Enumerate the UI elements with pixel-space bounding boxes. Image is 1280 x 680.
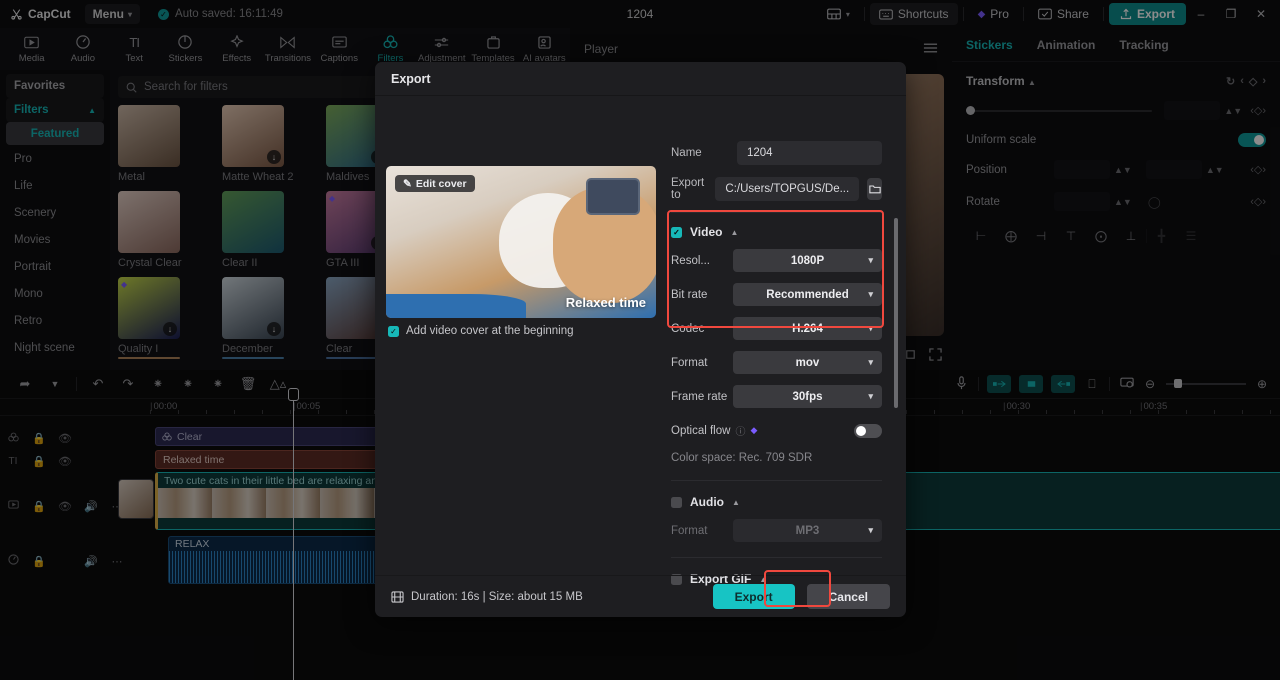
chevron-up-icon: ▲	[730, 227, 739, 237]
export-path-value: C:/Users/TOPGUS/De...	[725, 183, 850, 195]
add-cover-checkbox-row[interactable]: ✓ Add video cover at the beginning	[388, 325, 574, 337]
duration-text: Duration: 16s | Size: about 15 MB	[411, 590, 583, 603]
optical-flow-row: Optical flow ⓘ ◆	[671, 423, 882, 438]
divider	[671, 212, 882, 213]
dialog-title: Export	[375, 62, 906, 96]
chevron-up-icon: ▲	[732, 497, 740, 507]
chevron-down-icon: ▾	[868, 323, 873, 333]
export-path-input[interactable]: C:/Users/TOPGUS/De...	[715, 177, 860, 201]
export-to-label: Export to	[671, 177, 705, 201]
audio-format-value: MP3	[795, 524, 820, 537]
optical-flow-label: Optical flow	[671, 424, 731, 437]
add-cover-label: Add video cover at the beginning	[406, 325, 574, 337]
audio-format-select[interactable]: MP3 ▾	[733, 519, 882, 542]
video-field-label: Codec	[671, 322, 705, 335]
video-field-row: Codec H.264 ▾	[671, 316, 882, 341]
color-space-text: Color space: Rec. 709 SDR	[671, 452, 813, 464]
capcut-window: CapCut Menu ▾ ✓ Auto saved: 16:11:49 120…	[0, 0, 1280, 680]
folder-icon	[868, 185, 881, 194]
video-field-select-codec[interactable]: H.264 ▾	[733, 317, 882, 340]
dialog-body: ✎ Edit cover Relaxed time ✓ Add video co…	[375, 96, 906, 586]
video-field-select-framerate[interactable]: 30fps ▾	[733, 385, 882, 408]
video-field-value: H.264	[792, 322, 823, 335]
video-field-select-bitrate[interactable]: Recommended ▾	[733, 283, 882, 306]
gem-icon: ◆	[750, 425, 758, 435]
pencil-icon: ✎	[403, 177, 412, 190]
chevron-down-icon: ▾	[868, 391, 873, 401]
duration-info: Duration: 16s | Size: about 15 MB	[391, 591, 583, 603]
chevron-down-icon: ▾	[868, 289, 873, 299]
checkbox-unchecked-icon[interactable]	[671, 496, 682, 508]
video-field-label: Frame rate	[671, 390, 728, 403]
chevron-down-icon: ▾	[868, 525, 873, 535]
video-field-label: Format	[671, 356, 708, 369]
video-field-label: Resol...	[671, 254, 710, 267]
video-section-header[interactable]: ✓ Video ▲	[671, 225, 882, 239]
video-field-row: Format mov ▾	[671, 350, 882, 375]
checkbox-checked-icon[interactable]: ✓	[388, 325, 399, 337]
dialog-export-button[interactable]: Export	[712, 584, 795, 609]
video-field-select-resol[interactable]: 1080P ▾	[733, 249, 882, 272]
edit-cover-button[interactable]: ✎ Edit cover	[395, 175, 475, 192]
video-section-label: Video	[690, 225, 723, 239]
optical-flow-toggle[interactable]	[854, 423, 882, 438]
video-field-value: mov	[795, 356, 820, 369]
chevron-down-icon: ▾	[868, 255, 873, 265]
help-icon[interactable]: ⓘ	[735, 423, 745, 438]
dialog-footer: Duration: 16s | Size: about 15 MB Export…	[375, 575, 906, 617]
cat-bed	[386, 293, 527, 318]
chevron-down-icon: ▾	[868, 357, 873, 367]
video-field-row: Frame rate 30fps ▾	[671, 384, 882, 409]
video-field-row: Bit rate Recommended ▾	[671, 282, 882, 307]
toggle-knob	[856, 425, 866, 436]
name-label: Name	[671, 147, 702, 159]
audio-section-header[interactable]: Audio ▲	[671, 495, 882, 509]
audio-format-row: Format MP3 ▾	[671, 518, 882, 543]
video-field-value: 30fps	[792, 390, 823, 403]
wall-switch	[585, 178, 640, 215]
export-to-row: Export to C:/Users/TOPGUS/De...	[671, 176, 882, 202]
video-field-select-format[interactable]: mov ▾	[733, 351, 882, 374]
dialog-actions: Export Cancel	[712, 584, 890, 609]
edit-cover-label: Edit cover	[415, 177, 467, 190]
film-icon	[391, 590, 404, 603]
export-settings-column: Name 1204 Export to C:/Users/TOPGUS/De..…	[671, 96, 906, 586]
audio-format-label: Format	[671, 524, 708, 537]
cover-caption: Relaxed time	[565, 295, 646, 310]
name-input[interactable]: 1204	[737, 141, 882, 165]
dialog-scrollbar[interactable]	[894, 218, 898, 408]
video-settings-fields: Resol... 1080P ▾ Bit rate Recommended ▾ Codec H…	[671, 248, 882, 409]
dialog-cancel-button[interactable]: Cancel	[806, 584, 890, 609]
video-field-value: Recommended	[766, 288, 849, 301]
optical-flow-label-group: Optical flow ⓘ ◆	[671, 423, 758, 439]
divider	[671, 480, 882, 481]
browse-folder-button[interactable]	[867, 178, 882, 200]
export-dialog: Export ✎ Edit cover Relaxed time ✓ Add v…	[375, 62, 906, 617]
audio-section-label: Audio	[690, 495, 724, 509]
video-field-value: 1080P	[790, 254, 825, 267]
checkbox-checked-icon[interactable]: ✓	[671, 226, 682, 238]
cover-preview[interactable]: ✎ Edit cover Relaxed time	[386, 166, 656, 318]
video-field-label: Bit rate	[671, 288, 708, 301]
name-value: 1204	[747, 147, 773, 159]
divider	[671, 557, 882, 558]
video-field-row: Resol... 1080P ▾	[671, 248, 882, 273]
name-row: Name 1204	[671, 140, 882, 166]
